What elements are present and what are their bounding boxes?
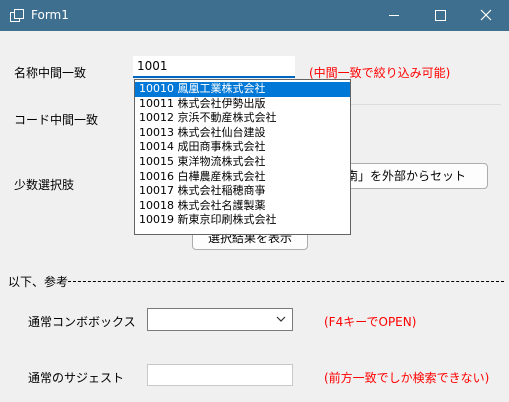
normal-suggest-input[interactable] [147, 364, 293, 386]
close-icon [480, 9, 492, 21]
suggestion-dropdown[interactable]: 10010 鳳凰工業株式会社 10011 株式会社伊勢出版 10012 京浜不動… [134, 79, 351, 235]
maximize-icon [435, 10, 446, 21]
section-divider [68, 281, 504, 282]
suggestion-item[interactable]: 10019 新東京印刷株式会社 [135, 213, 350, 228]
suggestion-item[interactable]: 10018 株式会社名護製薬 [135, 199, 350, 214]
normal-combobox[interactable] [147, 308, 293, 331]
normal-suggest-note: (前方一致でしか検索できない) [324, 371, 490, 385]
set-external-button-label: 南」を外部からセット [346, 169, 467, 183]
suggestion-item[interactable]: 10012 京浜不動産株式会社 [135, 111, 350, 126]
maximize-button[interactable] [417, 0, 463, 31]
code-partial-label: コード中間一致 [14, 113, 99, 127]
suggestion-item[interactable]: 10014 成田商事株式会社 [135, 140, 350, 155]
minimize-icon [389, 15, 399, 16]
window-title: Form1 [31, 8, 69, 22]
suggestion-item[interactable]: 10016 白樺農産株式会社 [135, 170, 350, 185]
code-partial-field-edge [351, 104, 501, 105]
suggestion-item[interactable]: 10015 東洋物流株式会社 [135, 155, 350, 170]
chevron-down-icon [276, 316, 286, 322]
normal-combo-note: (F4キーでOPEN) [324, 315, 417, 329]
partial-match-label: 名称中間一致 [14, 66, 87, 80]
few-options-label: 少数選択肢 [14, 178, 75, 192]
set-external-button[interactable]: 南」を外部からセット [345, 163, 488, 189]
close-button[interactable] [463, 0, 509, 31]
suggestion-item[interactable]: 10013 株式会社仙台建設 [135, 126, 350, 141]
reference-section-label: 以下、参考 [8, 275, 69, 289]
minimize-button[interactable] [371, 0, 417, 31]
normal-combo-label: 通常コンボボックス [28, 315, 136, 329]
app-window-icon [10, 9, 24, 22]
normal-suggest-label: 通常のサジェスト [28, 371, 125, 385]
suggestion-item[interactable]: 10010 鳳凰工業株式会社 [135, 82, 350, 97]
suggestion-item[interactable]: 10011 株式会社伊勢出版 [135, 97, 350, 112]
partial-match-input[interactable] [133, 56, 295, 78]
suggestion-item[interactable]: 10017 株式会社稲穂商亊 [135, 184, 350, 199]
